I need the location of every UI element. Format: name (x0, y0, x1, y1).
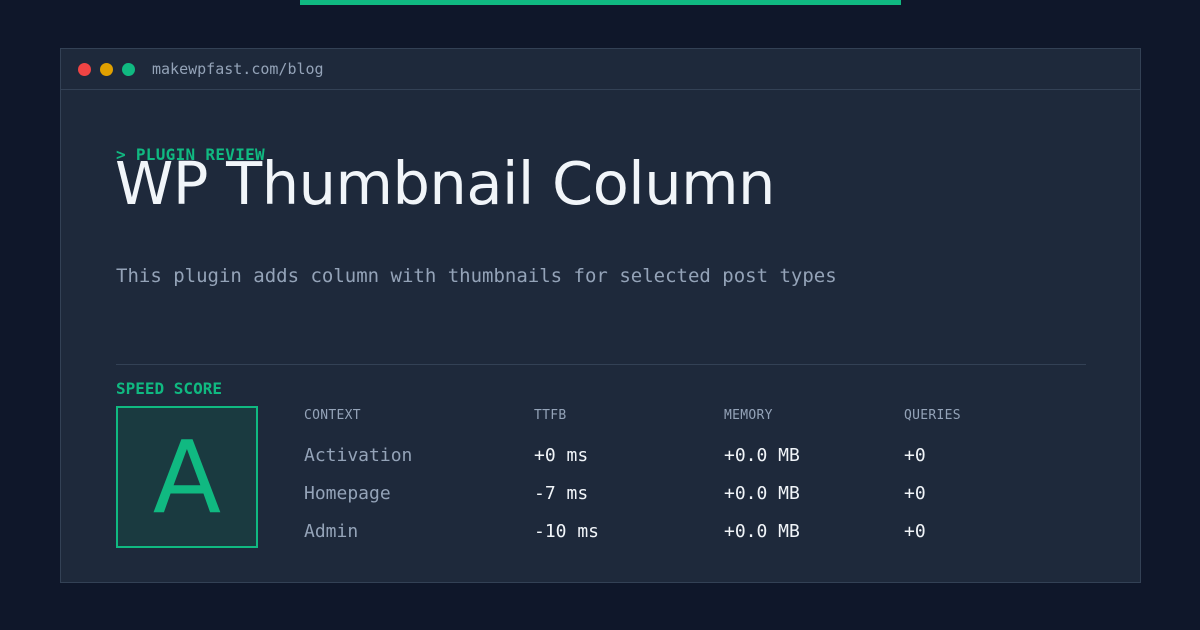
table-cell-memory: +0.0 MB (724, 521, 800, 542)
browser-window: makewpfast.com/blog > PLUGIN REVIEW WP T… (60, 48, 1141, 583)
table-cell-ttfb: +0 ms (534, 445, 589, 466)
plugin-description: This plugin adds column with thumbnails … (116, 265, 837, 287)
section-divider (116, 364, 1086, 365)
table-cell-context: Admin (304, 521, 359, 542)
column-header-ttfb: TTFB (534, 408, 567, 423)
table-cell-context: Homepage (304, 483, 391, 504)
table-cell-context: Activation (304, 445, 413, 466)
address-url[interactable]: makewpfast.com/blog (152, 59, 324, 79)
table-cell-memory: +0.0 MB (724, 483, 800, 504)
speed-score-label: SPEED SCORE (116, 379, 222, 398)
table-cell-ttfb: -10 ms (534, 521, 600, 542)
maximize-window-icon[interactable] (122, 63, 135, 76)
table-cell-queries: +0 (904, 521, 926, 542)
table-cell-ttfb: -7 ms (534, 483, 589, 504)
page-title: WP Thumbnail Column (115, 149, 775, 218)
table-cell-queries: +0 (904, 445, 926, 466)
column-header-context: CONTEXT (304, 408, 361, 423)
speed-grade-box: A (116, 406, 258, 548)
column-header-queries: QUERIES (904, 408, 961, 423)
speed-grade: A (152, 419, 222, 536)
window-titlebar: makewpfast.com/blog (61, 49, 1140, 90)
column-header-memory: MEMORY (724, 408, 773, 423)
minimize-window-icon[interactable] (100, 63, 113, 76)
table-cell-queries: +0 (904, 483, 926, 504)
top-accent-bar (300, 0, 901, 5)
close-window-icon[interactable] (78, 63, 91, 76)
table-cell-memory: +0.0 MB (724, 445, 800, 466)
